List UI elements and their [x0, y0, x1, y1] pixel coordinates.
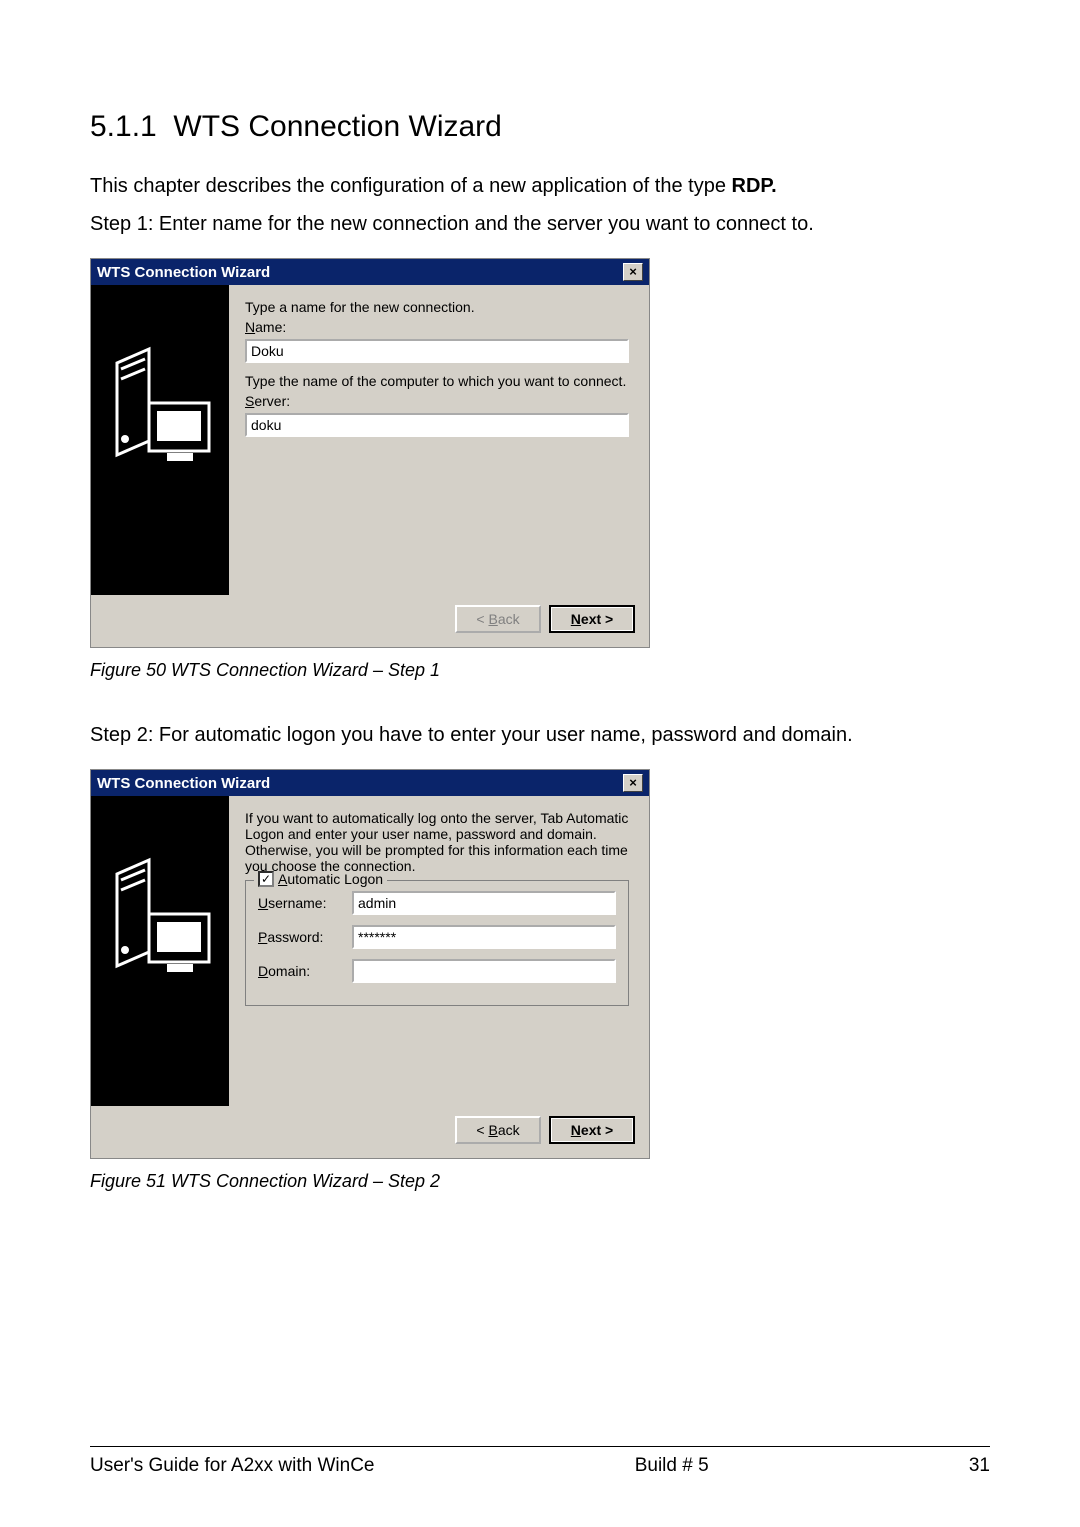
server-label: Server:	[245, 393, 629, 409]
wizard2-intro: If you want to automatically log onto th…	[245, 810, 629, 874]
wizard1-text2: Type the name of the computer to which y…	[245, 373, 629, 389]
intro-line-1: This chapter describes the configuration…	[90, 172, 990, 200]
computer-icon	[105, 856, 215, 996]
section-heading: 5.1.1 WTS Connection Wizard	[90, 110, 990, 144]
wizard1-title: WTS Connection Wizard	[97, 264, 270, 281]
automatic-logon-checkbox[interactable]: ✓	[258, 871, 274, 887]
username-label: Username:	[258, 895, 342, 911]
name-input[interactable]	[245, 339, 629, 363]
domain-label: Domain:	[258, 963, 342, 979]
back-button[interactable]: < Back	[455, 1116, 541, 1144]
wizard1-side-graphic	[91, 285, 229, 595]
server-input[interactable]	[245, 413, 629, 437]
intro-line-2: Step 1: Enter name for the new connectio…	[90, 210, 990, 238]
wizard2-title: WTS Connection Wizard	[97, 775, 270, 792]
password-label: Password:	[258, 929, 342, 945]
wizard2-titlebar[interactable]: WTS Connection Wizard ×	[91, 770, 649, 796]
wizard-step2-dialog: WTS Connection Wizard ×	[90, 769, 650, 1159]
wizard-step1-dialog: WTS Connection Wizard ×	[90, 258, 650, 648]
close-icon[interactable]: ×	[623, 774, 643, 792]
step2-text: Step 2: For automatic logon you have to …	[90, 721, 990, 749]
back-button: < Back	[455, 605, 541, 633]
next-button[interactable]: Next >	[549, 605, 635, 633]
automatic-logon-group: ✓ Automatic Logon Username: Password: Do…	[245, 880, 629, 1006]
next-button[interactable]: Next >	[549, 1116, 635, 1144]
username-input[interactable]	[352, 891, 616, 915]
wizard1-titlebar[interactable]: WTS Connection Wizard ×	[91, 259, 649, 285]
close-icon[interactable]: ×	[623, 263, 643, 281]
footer-center: Build # 5	[635, 1455, 709, 1477]
section-title-text: WTS Connection Wizard	[173, 110, 501, 143]
footer-right: 31	[969, 1455, 990, 1477]
automatic-logon-label: Automatic Logon	[278, 871, 383, 887]
figure-caption-50: Figure 50 WTS Connection Wizard – Step 1	[90, 660, 990, 681]
computer-icon	[105, 345, 215, 485]
domain-input[interactable]	[352, 959, 616, 983]
footer-left: User's Guide for A2xx with WinCe	[90, 1455, 375, 1477]
name-label: Name:	[245, 319, 629, 335]
password-input[interactable]	[352, 925, 616, 949]
page-footer: User's Guide for A2xx with WinCe Build #…	[90, 1446, 990, 1477]
section-number: 5.1.1	[90, 110, 157, 143]
wizard2-side-graphic	[91, 796, 229, 1106]
wizard1-text1: Type a name for the new connection.	[245, 299, 629, 315]
figure-caption-51: Figure 51 WTS Connection Wizard – Step 2	[90, 1171, 990, 1192]
